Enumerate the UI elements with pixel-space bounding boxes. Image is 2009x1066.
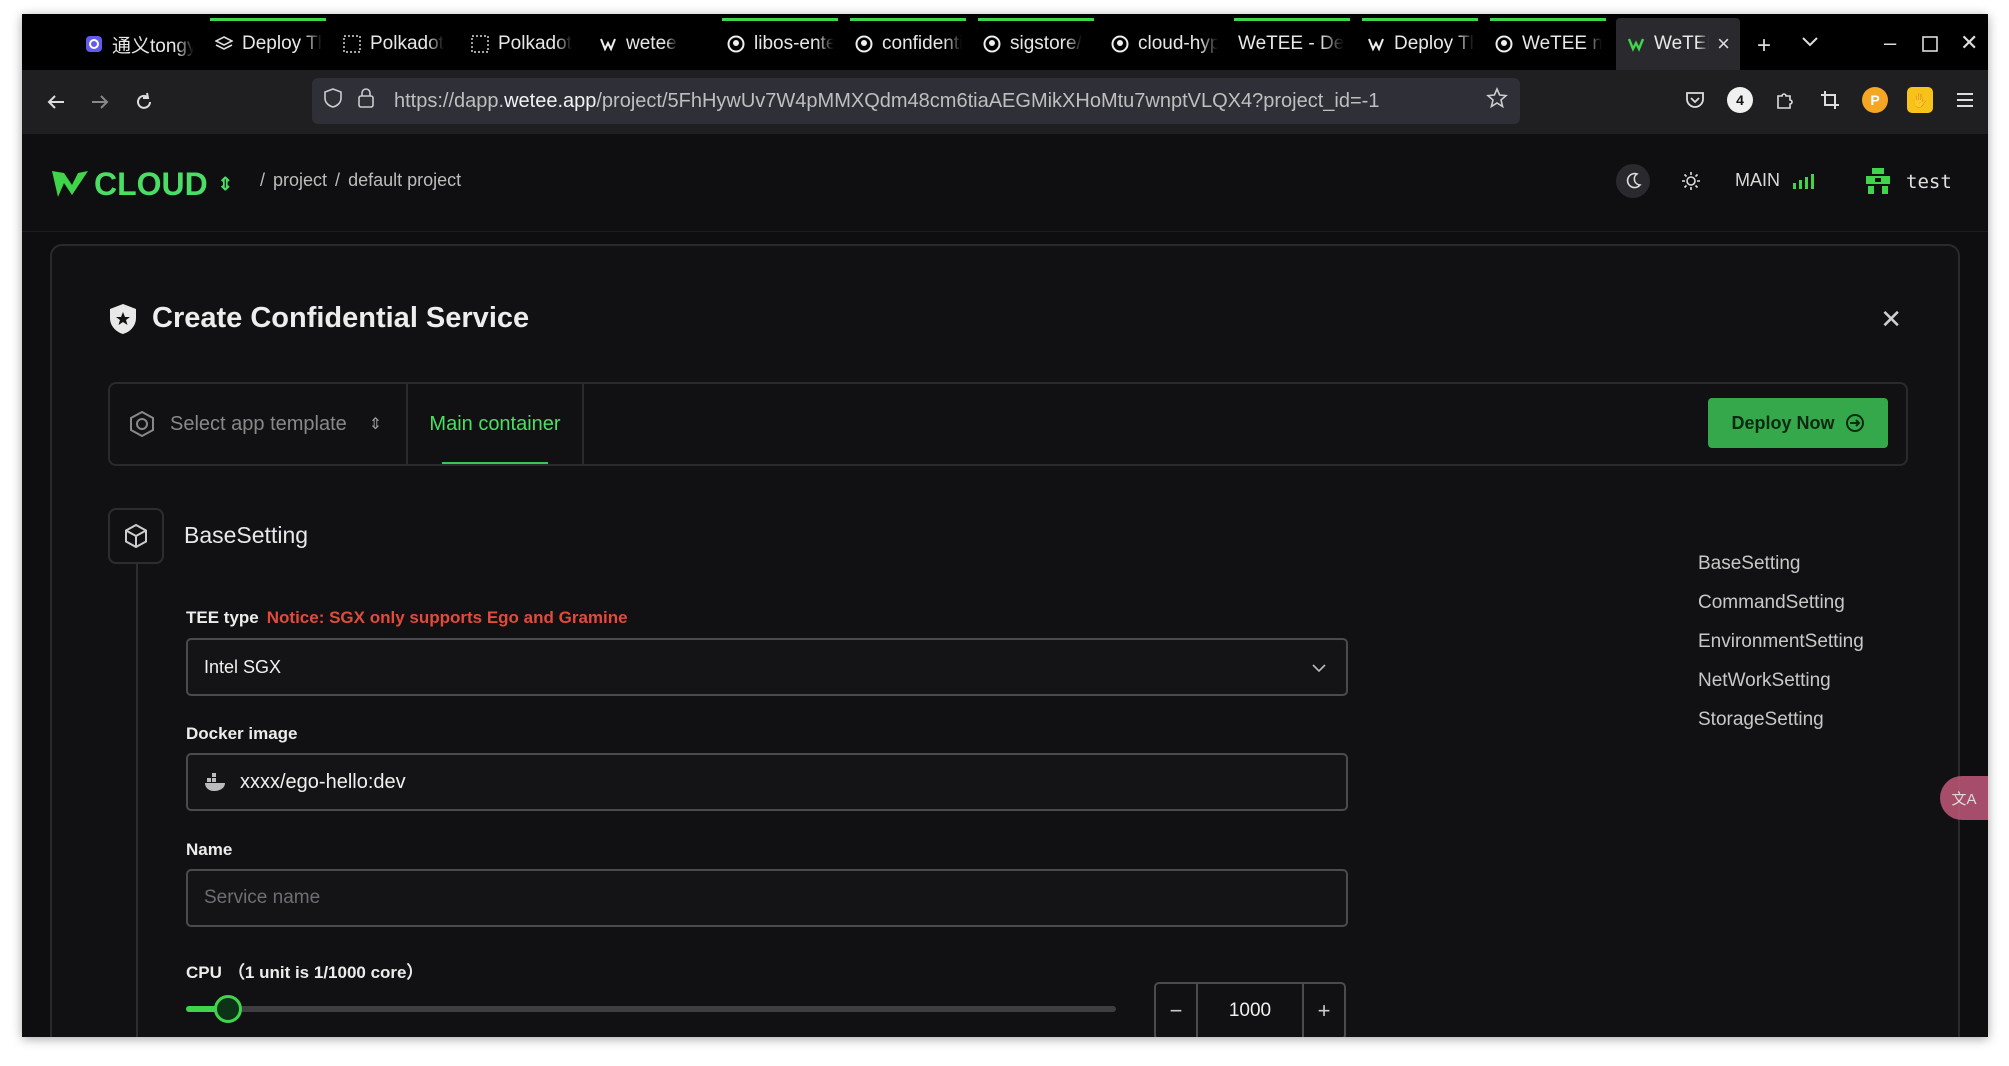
- extensions-puzzle-icon[interactable]: [1772, 87, 1798, 113]
- tab-libos[interactable]: libos-enter: [716, 18, 844, 70]
- layers-icon: [214, 34, 234, 54]
- github-icon: [1110, 34, 1130, 54]
- docker-image-label: Docker image: [186, 724, 298, 743]
- shield-star-icon: [110, 303, 136, 334]
- app-header: CLOUD ⇕ / project / default project MAIN…: [22, 134, 1988, 232]
- tab-polkadot-2[interactable]: Polkadot: [460, 18, 588, 70]
- toc-commandsetting[interactable]: CommandSetting: [1698, 583, 1864, 622]
- tab-polkadot-1[interactable]: Polkadot: [332, 18, 460, 70]
- new-tab-button[interactable]: +: [1757, 32, 1771, 60]
- reload-icon[interactable]: [126, 84, 162, 120]
- github-icon: [982, 34, 1002, 54]
- github-icon: [1494, 34, 1514, 54]
- name-label: Name: [186, 840, 233, 859]
- tab-deploy-2[interactable]: Deploy The: [1356, 18, 1484, 70]
- coin-extension-icon[interactable]: P: [1862, 87, 1888, 113]
- light-mode-icon[interactable]: [1674, 164, 1708, 198]
- polkadot-icon: [342, 34, 362, 54]
- close-window-icon[interactable]: ✕: [1960, 30, 1978, 56]
- breadcrumb-project[interactable]: project: [273, 170, 327, 191]
- url-bar[interactable]: https://dapp.wetee.app/project/5FhHywUv7…: [312, 78, 1520, 124]
- wetee-icon: [1366, 34, 1386, 54]
- wetee-logo-icon: [52, 171, 88, 197]
- docker-image-input[interactable]: xxxx/ego-hello:dev: [186, 753, 1348, 811]
- cpu-stepper: − 1000 +: [1154, 982, 1346, 1037]
- section-timeline: [136, 564, 138, 1037]
- cpu-decrement-button[interactable]: −: [1156, 984, 1196, 1037]
- signal-bars-icon: [1793, 173, 1814, 189]
- cpu-slider-handle[interactable]: [214, 995, 242, 1023]
- pocket-icon[interactable]: [1682, 87, 1708, 113]
- url-text: https://dapp.wetee.app/project/5FhHywUv7…: [394, 89, 1380, 112]
- close-tab-icon[interactable]: ×: [1717, 31, 1730, 57]
- tab-tongyi[interactable]: 通义tongyi: [74, 18, 204, 70]
- shield-icon: [324, 88, 350, 114]
- tab-deploy[interactable]: Deploy The: [204, 18, 332, 70]
- tee-type-select[interactable]: Intel SGX: [186, 638, 1348, 696]
- arrow-circle-icon: [1845, 414, 1864, 432]
- sgx-notice: Notice: SGX only supports Ego and Gramin…: [266, 608, 628, 627]
- github-icon: [854, 34, 874, 54]
- wetee-icon: [1626, 34, 1646, 54]
- user-menu[interactable]: test: [1864, 168, 1952, 196]
- app-template-select[interactable]: Select app template ⇕: [110, 384, 408, 464]
- toc-environmentsetting[interactable]: EnvironmentSetting: [1698, 622, 1864, 661]
- browser-window: 通义tongyi Deploy The Polkadot Polkadot we…: [22, 14, 1988, 1037]
- avatar: [1866, 168, 1890, 194]
- close-dialog-icon[interactable]: ✕: [1880, 304, 1902, 335]
- service-name-input[interactable]: Service name: [186, 869, 1348, 927]
- wetee-icon: [598, 34, 618, 54]
- tee-type-label: TEE type Notice: SGX only supports Ego an…: [186, 608, 628, 627]
- dark-mode-icon[interactable]: [1616, 164, 1650, 198]
- network-selector[interactable]: MAIN: [1735, 170, 1816, 191]
- chevron-updown-icon: ⇕: [368, 416, 383, 433]
- tab-strip: 通义tongyi Deploy The Polkadot Polkadot we…: [22, 14, 1988, 70]
- docker-icon: [205, 773, 225, 791]
- section-title: BaseSetting: [184, 522, 309, 548]
- tab-wetee-docs[interactable]: WeTEE - De: [1228, 18, 1356, 70]
- translate-fab-icon[interactable]: 文A: [1940, 776, 1988, 820]
- tab-wetee-github[interactable]: WeTEE n: [1484, 18, 1612, 70]
- settings-toc: BaseSetting CommandSetting EnvironmentSe…: [1698, 544, 1864, 739]
- tab-main-container[interactable]: Main container: [408, 384, 584, 464]
- bookmark-star-icon[interactable]: [1486, 86, 1508, 115]
- lock-icon: [358, 88, 380, 114]
- hexagon-template-icon: [130, 410, 154, 438]
- menu-icon[interactable]: [1952, 87, 1978, 113]
- cpu-slider[interactable]: [186, 995, 1116, 1023]
- navigation-bar: https://dapp.wetee.app/project/5FhHywUv7…: [22, 70, 1988, 134]
- forward-icon[interactable]: [82, 84, 118, 120]
- chevron-down-icon: [1312, 664, 1326, 673]
- crop-icon[interactable]: [1817, 87, 1843, 113]
- breadcrumb: / project / default project: [260, 170, 462, 191]
- tongyi-icon: [84, 34, 104, 54]
- toc-storagesetting[interactable]: StorageSetting: [1698, 700, 1864, 739]
- translate-extension-icon[interactable]: ✋: [1907, 87, 1933, 113]
- cpu-label: CPU （1 unit is 1/1000 core）: [186, 963, 424, 982]
- tab-wetee-active[interactable]: WeTEE ×: [1616, 18, 1740, 70]
- back-icon[interactable]: [38, 84, 74, 120]
- toc-networksetting[interactable]: NetWorkSetting: [1698, 661, 1864, 700]
- tab-wetee[interactable]: wetee: [588, 18, 716, 70]
- deploy-now-button[interactable]: Deploy Now: [1708, 398, 1888, 448]
- wetee-cloud-logo[interactable]: CLOUD ⇕: [50, 162, 233, 206]
- polkadot-icon: [470, 34, 490, 54]
- dialog-title: Create Confidential Service: [108, 302, 529, 335]
- github-icon: [726, 34, 746, 54]
- cube-section-icon: [108, 508, 164, 564]
- cpu-value-input[interactable]: 1000: [1196, 984, 1304, 1037]
- breadcrumb-default-project[interactable]: default project: [348, 170, 461, 191]
- extension-badge[interactable]: 4: [1727, 87, 1753, 113]
- cpu-increment-button[interactable]: +: [1304, 984, 1344, 1037]
- container-tabs: Select app template ⇕ Main container Dep…: [108, 382, 1908, 466]
- tab-sigstore[interactable]: sigstore/: [972, 18, 1100, 70]
- maximize-icon[interactable]: [1922, 32, 1938, 58]
- minimize-icon[interactable]: –: [1884, 30, 1896, 56]
- tab-cloud-hypervisor[interactable]: cloud-hyp: [1100, 18, 1228, 70]
- toc-basesetting[interactable]: BaseSetting: [1698, 544, 1864, 583]
- chevron-updown-icon: ⇕: [217, 173, 233, 194]
- tab-list-icon[interactable]: [1800, 30, 1820, 58]
- tab-confidential[interactable]: confidential: [844, 18, 972, 70]
- create-service-dialog: Create Confidential Service ✕ Select app…: [50, 244, 1960, 1037]
